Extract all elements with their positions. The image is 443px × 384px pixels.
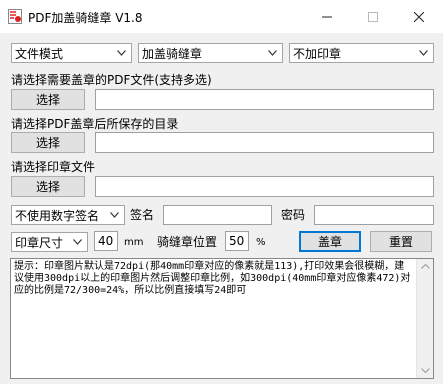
minimize-icon [322, 16, 332, 17]
window-title: PDF加盖骑缝章 V1.8 [28, 11, 143, 25]
seal-size-unit: mm [124, 237, 144, 248]
seal-file-path-field[interactable] [95, 176, 434, 197]
chevron-down-icon [268, 50, 277, 56]
chevron-down-icon [110, 212, 119, 218]
maximize-button[interactable] [350, 0, 396, 33]
chevron-down-icon [117, 50, 126, 56]
pdf-file-path-field[interactable] [95, 89, 434, 110]
select-save-dir-button[interactable]: 选择 [11, 132, 85, 153]
main-panel: 文件模式 加盖骑缝章 不加印章 请选择需要盖章的PDF文件(支持多选) 选择 请… [0, 33, 443, 384]
scroll-up-icon[interactable] [421, 264, 430, 269]
password-label: 密码 [281, 208, 306, 222]
seal-option-select-value: 不加印章 [293, 46, 342, 61]
scroll-down-icon[interactable] [421, 368, 430, 373]
save-dir-path-field[interactable] [95, 132, 434, 153]
mode-select-value: 文件模式 [15, 46, 64, 61]
stamp-type-select[interactable]: 加盖骑缝章 [138, 43, 283, 63]
digital-signature-select[interactable]: 不使用数字签名 [11, 205, 125, 225]
stamp-button[interactable]: 盖章 [299, 231, 361, 252]
title-bar: PDF加盖骑缝章 V1.8 [0, 0, 443, 33]
stamp-type-select-value: 加盖骑缝章 [142, 46, 203, 61]
minimize-button[interactable] [304, 0, 350, 33]
hint-text: 提示：印章图片默认是72dpi(那40mm印章对应的像素就是113),打印效果会… [14, 261, 411, 296]
signature-field[interactable] [163, 205, 272, 225]
chevron-down-icon [73, 239, 82, 245]
signature-label: 签名 [130, 208, 155, 222]
seal-size-select[interactable]: 印章尺寸 [11, 232, 88, 252]
select-pdf-button[interactable]: 选择 [11, 89, 85, 110]
seal-option-select[interactable]: 不加印章 [289, 43, 434, 63]
save-dir-label: 请选择PDF盖章后所保存的目录 [11, 117, 179, 131]
digital-signature-select-value: 不使用数字签名 [15, 208, 100, 223]
pdf-file-label: 请选择需要盖章的PDF文件(支持多选) [11, 73, 212, 87]
maximize-icon [368, 11, 378, 22]
select-seal-file-button[interactable]: 选择 [11, 176, 85, 197]
pdf-app-icon [8, 9, 22, 24]
password-field[interactable] [314, 205, 434, 225]
seal-size-select-value: 印章尺寸 [15, 235, 64, 250]
seal-position-field[interactable]: 50 [225, 231, 249, 251]
mode-select[interactable]: 文件模式 [11, 43, 132, 63]
seal-size-field[interactable]: 40 [94, 231, 118, 251]
hint-textarea[interactable]: 提示：印章图片默认是72dpi(那40mm印章对应的像素就是113),打印效果会… [10, 258, 434, 379]
close-icon [414, 11, 424, 22]
reset-button[interactable]: 重置 [370, 231, 432, 252]
chevron-down-icon [419, 50, 428, 56]
seal-position-label: 骑缝章位置 [157, 235, 218, 249]
close-button[interactable] [396, 0, 442, 33]
seal-position-unit: % [256, 237, 266, 248]
seal-file-label: 请选择印章文件 [11, 160, 96, 174]
vertical-scrollbar[interactable] [416, 259, 433, 378]
